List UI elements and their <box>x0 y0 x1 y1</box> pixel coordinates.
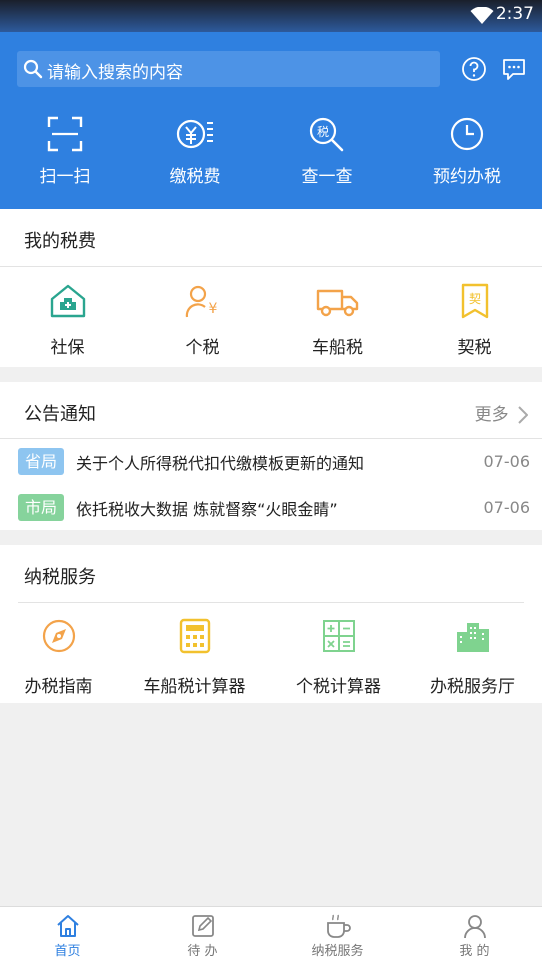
service-item-guide[interactable]: 办税指南 <box>0 618 126 697</box>
my-tax-section: 我的税费 社保 ¥ 个税 车船税 契 契税 <box>0 209 542 367</box>
truck-icon <box>316 289 358 317</box>
coffee-icon <box>326 914 351 938</box>
tab-label: 纳税服务 <box>311 944 364 959</box>
my-tax-item-personal[interactable]: ¥ 个税 <box>135 283 270 358</box>
bottom-tab-bar: 首页 待 办 纳税服务 我 的 <box>0 906 542 964</box>
notice-date: 07-06 <box>483 452 531 471</box>
status-time: 2:37 <box>495 4 534 24</box>
edit-icon <box>191 915 214 937</box>
quick-action-label: 预约办税 <box>433 167 501 187</box>
header: 请输入搜索的内容 扫一扫 缴税费 税 查一查 预约办税 <box>0 32 542 209</box>
grid-label: 社保 <box>50 338 85 358</box>
tab-mine[interactable]: 我 的 <box>407 913 542 959</box>
notice-date: 07-06 <box>483 498 531 517</box>
tab-tax-service[interactable]: 纳税服务 <box>270 913 405 959</box>
grid-label: 车船税 <box>312 338 363 358</box>
quick-action-search[interactable]: 税 查一查 <box>262 116 392 196</box>
home-icon <box>56 915 79 937</box>
section-title: 公告通知 <box>24 404 96 425</box>
service-item-personal-calculator[interactable]: 个税计算器 <box>271 618 406 697</box>
calc-grid-icon <box>322 620 355 652</box>
grid-label: 个税 <box>185 338 220 358</box>
service-item-vehicle-calculator[interactable]: 车船税计算器 <box>127 618 262 697</box>
svg-text:¥: ¥ <box>208 301 217 317</box>
notice-badge: 市局 <box>18 494 65 521</box>
divider <box>0 266 542 267</box>
calculator-icon <box>179 618 210 654</box>
tax-search-icon: 税 <box>309 117 344 152</box>
user-icon <box>463 915 486 939</box>
grid-label: 契税 <box>457 338 492 358</box>
notice-title: 关于个人所得税代扣代缴模板更新的通知 <box>76 454 365 473</box>
tab-label: 首页 <box>54 944 81 959</box>
service-item-hall[interactable]: 办税服务厅 <box>405 618 540 697</box>
quick-action-appointment[interactable]: 预约办税 <box>402 116 532 196</box>
services-section: 纳税服务 办税指南 车船税计算器 个税计算器 办税服务厅 <box>0 545 542 703</box>
tab-label: 待 办 <box>187 944 218 959</box>
search-icon <box>23 59 43 79</box>
my-tax-item-social-security[interactable]: 社保 <box>0 283 135 358</box>
help-icon[interactable] <box>461 56 487 82</box>
svg-text:契: 契 <box>468 292 480 306</box>
search-input[interactable]: 请输入搜索的内容 <box>47 58 183 83</box>
wifi-icon <box>470 7 494 24</box>
notice-item[interactable]: 省局 关于个人所得税代扣代缴模板更新的通知 07-06 <box>0 439 542 485</box>
chevron-right-icon <box>518 406 528 424</box>
section-title: 纳税服务 <box>24 567 96 588</box>
message-icon[interactable] <box>501 56 527 82</box>
status-bar: 2:37 <box>0 0 542 32</box>
my-tax-item-vehicle[interactable]: 车船税 <box>270 283 405 358</box>
more-link[interactable]: 更多 <box>475 400 528 425</box>
more-label: 更多 <box>474 405 509 425</box>
tab-todo[interactable]: 待 办 <box>135 913 270 959</box>
section-title: 我的税费 <box>24 231 96 252</box>
notice-section: 公告通知 更多 省局 关于个人所得税代扣代缴模板更新的通知 07-06 市局 依… <box>0 382 542 530</box>
personal-tax-icon: ¥ <box>185 285 217 318</box>
grid-label: 办税服务厅 <box>430 677 515 697</box>
quick-action-scan[interactable]: 扫一扫 <box>0 116 130 196</box>
notice-item[interactable]: 市局 依托税收大数据 炼就督察“火眼金睛” 07-06 <box>0 485 542 531</box>
buildings-icon <box>456 623 489 652</box>
quick-action-label: 扫一扫 <box>39 167 91 187</box>
quick-action-label: 查一查 <box>301 167 353 187</box>
my-tax-item-deed[interactable]: 契 契税 <box>407 283 542 358</box>
compass-icon <box>42 619 75 653</box>
grid-label: 办税指南 <box>24 677 93 697</box>
notice-badge: 省局 <box>18 448 65 475</box>
divider <box>18 602 524 603</box>
tab-home[interactable]: 首页 <box>0 913 135 959</box>
deed-tax-icon: 契 <box>461 283 488 319</box>
tab-label: 我 的 <box>459 944 490 959</box>
social-security-icon <box>50 284 85 318</box>
search-bar[interactable]: 请输入搜索的内容 <box>17 51 440 87</box>
quick-action-pay[interactable]: 缴税费 <box>130 116 260 196</box>
clock-icon <box>450 117 484 151</box>
scan-icon <box>47 116 83 152</box>
grid-label: 车船税计算器 <box>143 677 246 697</box>
grid-label: 个税计算器 <box>296 677 381 697</box>
svg-text:税: 税 <box>317 125 329 139</box>
pay-tax-icon <box>176 119 213 149</box>
quick-action-label: 缴税费 <box>169 167 221 187</box>
notice-title: 依托税收大数据 炼就督察“火眼金睛” <box>76 500 338 519</box>
